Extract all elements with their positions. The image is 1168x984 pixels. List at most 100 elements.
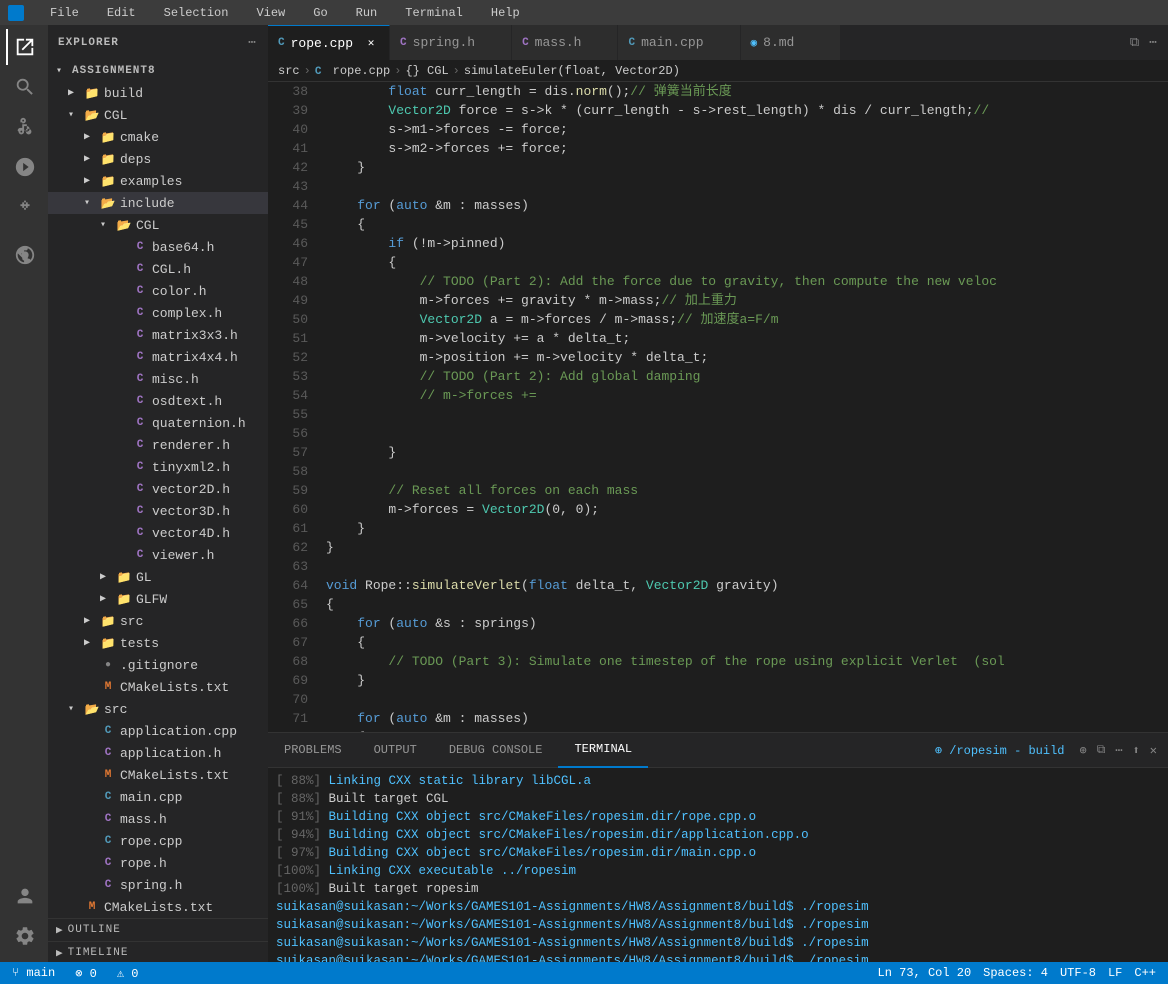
status-line-ending[interactable]: LF xyxy=(1104,966,1126,980)
code-content[interactable]: float curr_length = dis.norm();// 弹簧当前长度… xyxy=(318,82,1168,732)
tab-mass-h[interactable]: C mass.h ✕ xyxy=(512,25,618,60)
sidebar-item-base64h[interactable]: C base64.h xyxy=(48,236,268,258)
tab-rope-cpp[interactable]: C rope.cpp ✕ xyxy=(268,25,390,60)
sidebar-item-rope-cpp[interactable]: C rope.cpp xyxy=(48,830,268,852)
terminal-close-button[interactable]: ✕ xyxy=(1147,740,1160,761)
sidebar-item-viewerh[interactable]: C viewer.h xyxy=(48,544,268,566)
new-file-button[interactable]: ⋯ xyxy=(246,33,258,52)
viewerh-icon: C xyxy=(132,547,148,563)
sidebar-item-vector4Dh[interactable]: C vector4D.h xyxy=(48,522,268,544)
extensions-activity-icon[interactable] xyxy=(6,189,42,225)
breadcrumb-src[interactable]: src xyxy=(278,64,300,78)
sidebar-item-tests[interactable]: ▶ 📁 tests xyxy=(48,632,268,654)
status-branch[interactable]: ⑂ main xyxy=(8,966,59,980)
sidebar-item-gitignore[interactable]: ● .gitignore xyxy=(48,654,268,676)
remote-activity-icon[interactable] xyxy=(6,237,42,273)
sidebar-item-src[interactable]: ▾ 📂 src xyxy=(48,698,268,720)
tab-debug-console[interactable]: DEBUG CONSOLE xyxy=(433,733,559,768)
run-activity-icon[interactable] xyxy=(6,149,42,185)
sidebar-item-assignment8[interactable]: ▾ ASSIGNMENT8 xyxy=(48,60,268,82)
sidebar-item-deps[interactable]: ▶ 📁 deps xyxy=(48,148,268,170)
sidebar-item-rope-h[interactable]: C rope.h xyxy=(48,852,268,874)
sidebar-item-cmake[interactable]: ▶ 📁 cmake xyxy=(48,126,268,148)
sidebar-item-build[interactable]: ▶ 📁 build xyxy=(48,82,268,104)
tab-spring-h[interactable]: C spring.h ✕ xyxy=(390,25,512,60)
menu-view[interactable]: View xyxy=(250,4,291,22)
source-control-activity-icon[interactable] xyxy=(6,109,42,145)
sidebar-item-mass-h[interactable]: C mass.h xyxy=(48,808,268,830)
search-activity-icon[interactable] xyxy=(6,69,42,105)
timeline-header[interactable]: ▶ TIMELINE xyxy=(48,942,268,962)
sidebar-item-GL[interactable]: ▶ 📁 GL xyxy=(48,566,268,588)
terminal-content[interactable]: [ 88%] Linking CXX static library libCGL… xyxy=(268,768,1168,962)
account-activity-icon[interactable] xyxy=(6,878,42,914)
sidebar-item-matrix4x4h[interactable]: C matrix4x4.h xyxy=(48,346,268,368)
sidebar-item-spring-h[interactable]: C spring.h xyxy=(48,874,268,896)
sidebar-item-include[interactable]: ▾ 📂 include xyxy=(48,192,268,214)
sidebar-item-complexh[interactable]: C complex.h xyxy=(48,302,268,324)
tab-problems[interactable]: PROBLEMS xyxy=(268,733,358,768)
GLFW-folder-icon: 📁 xyxy=(116,591,132,607)
sidebar-item-rendererh[interactable]: C renderer.h xyxy=(48,434,268,456)
line-number: 65 xyxy=(268,595,308,614)
status-position[interactable]: Ln 73, Col 20 xyxy=(874,966,976,980)
explorer-activity-icon[interactable] xyxy=(6,29,42,65)
sidebar-item-cmake-src[interactable]: M CMakeLists.txt xyxy=(48,764,268,786)
sidebar-item-osdtexth[interactable]: C osdtext.h xyxy=(48,390,268,412)
sidebar-item-misch[interactable]: C misc.h xyxy=(48,368,268,390)
tab-8-md[interactable]: ◉ 8.md ✕ xyxy=(741,25,841,60)
menu-terminal[interactable]: Terminal xyxy=(399,4,469,22)
sidebar-item-CGL[interactable]: ▾ 📂 CGL xyxy=(48,104,268,126)
status-language[interactable]: C++ xyxy=(1130,966,1160,980)
code-line: // TODO (Part 2): Add global damping xyxy=(326,367,1168,386)
sidebar-item-vector2Dh[interactable]: C vector2D.h xyxy=(48,478,268,500)
sidebar-item-vector3Dh[interactable]: C vector3D.h xyxy=(48,500,268,522)
app-icon xyxy=(8,5,24,21)
tab-8-md-icon: ◉ xyxy=(751,36,758,50)
code-area[interactable]: 3839404142434445464748495051525354555657… xyxy=(268,82,1168,732)
sidebar-item-tinyxml2h[interactable]: C tinyxml2.h xyxy=(48,456,268,478)
sidebar-item-cmake-top[interactable]: M CMakeLists.txt xyxy=(48,896,268,918)
sidebar-item-quaternionh[interactable]: C quaternion.h xyxy=(48,412,268,434)
status-spaces[interactable]: Spaces: 4 xyxy=(979,966,1052,980)
line-number: 62 xyxy=(268,538,308,557)
status-warnings[interactable]: ⚠ 0 xyxy=(113,966,143,981)
split-terminal-button[interactable]: ⧉ xyxy=(1094,740,1109,760)
tab-rope-cpp-close[interactable]: ✕ xyxy=(363,35,379,51)
status-encoding[interactable]: UTF-8 xyxy=(1056,966,1100,980)
menu-run[interactable]: Run xyxy=(350,4,384,22)
sidebar-item-CGL-sub[interactable]: ▾ 📂 CGL xyxy=(48,214,268,236)
application-cpp-icon: C xyxy=(100,723,116,739)
sidebar-item-matrix3x3h[interactable]: C matrix3x3.h xyxy=(48,324,268,346)
menu-selection[interactable]: Selection xyxy=(158,4,235,22)
split-editor-button[interactable]: ⧉ xyxy=(1127,32,1142,53)
menu-help[interactable]: Help xyxy=(485,4,526,22)
tab-output[interactable]: OUTPUT xyxy=(358,733,433,768)
menu-file[interactable]: File xyxy=(44,4,85,22)
sidebar-item-main-cpp[interactable]: C main.cpp xyxy=(48,786,268,808)
sidebar-item-GLFW[interactable]: ▶ 📁 GLFW xyxy=(48,588,268,610)
sidebar-item-CGLh[interactable]: C CGL.h xyxy=(48,258,268,280)
sidebar-item-src-cgl[interactable]: ▶ 📁 src xyxy=(48,610,268,632)
tab-terminal[interactable]: TERMINAL xyxy=(558,733,648,768)
breadcrumb-class[interactable]: {} CGL xyxy=(405,64,448,78)
sidebar-item-colorh[interactable]: C color.h xyxy=(48,280,268,302)
sidebar-item-application-h[interactable]: C application.h xyxy=(48,742,268,764)
code-line: { xyxy=(326,728,1168,732)
tab-main-cpp[interactable]: C main.cpp ✕ xyxy=(618,25,740,60)
status-errors[interactable]: ⊗ 0 xyxy=(71,966,101,981)
menu-edit[interactable]: Edit xyxy=(101,4,142,22)
sidebar-item-examples[interactable]: ▶ 📁 examples xyxy=(48,170,268,192)
menu-go[interactable]: Go xyxy=(307,4,333,22)
breadcrumb-method[interactable]: simulateEuler(float, Vector2D) xyxy=(464,64,680,78)
more-actions-button[interactable]: ⋯ xyxy=(1146,32,1160,53)
sidebar-item-application-cpp[interactable]: C application.cpp xyxy=(48,720,268,742)
outline-header[interactable]: ▶ OUTLINE xyxy=(48,919,268,941)
sidebar-item-cmake-cgl[interactable]: M CMakeLists.txt xyxy=(48,676,268,698)
new-terminal-button[interactable]: ⊕ xyxy=(1076,740,1089,761)
terminal-maximize-button[interactable]: ⬆ xyxy=(1130,740,1143,761)
settings-activity-icon[interactable] xyxy=(6,918,42,954)
tests-label: tests xyxy=(120,636,159,651)
terminal-more-button[interactable]: ⋯ xyxy=(1112,740,1125,761)
breadcrumb-filename[interactable]: rope.cpp xyxy=(333,64,391,78)
